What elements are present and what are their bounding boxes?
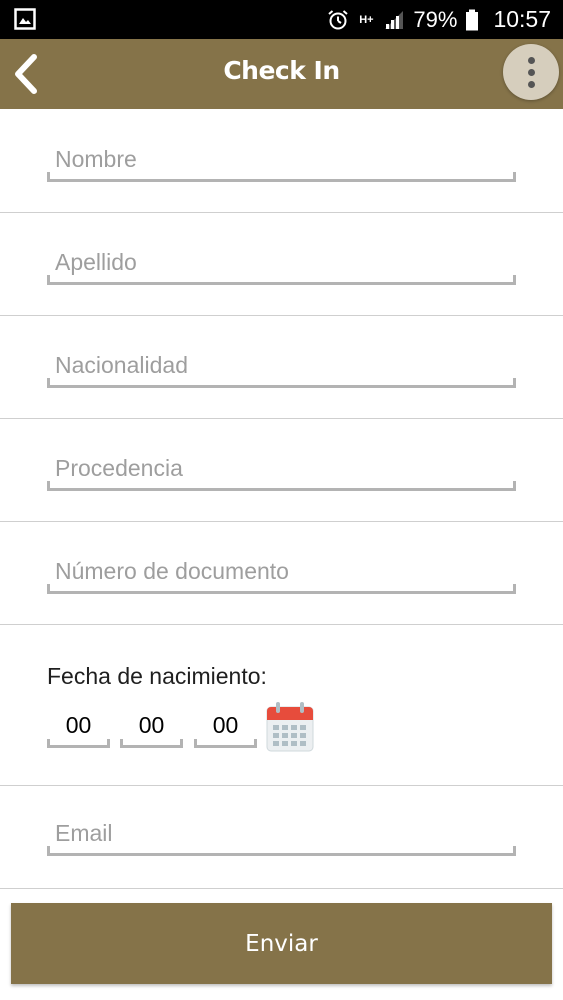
birth-month-field[interactable]: 00	[120, 708, 183, 748]
form-row-email	[0, 786, 563, 889]
birth-day-value: 00	[65, 712, 92, 738]
form-row-apellido	[0, 213, 563, 316]
nombre-input[interactable]	[47, 142, 516, 176]
nacionalidad-field[interactable]	[47, 348, 516, 388]
birth-year-field[interactable]: 00	[194, 708, 257, 748]
apellido-input[interactable]	[47, 245, 516, 279]
field-underline	[47, 378, 516, 388]
form-row-nacionalidad	[0, 316, 563, 419]
network-type: H+	[359, 13, 374, 26]
more-options-button[interactable]	[503, 44, 559, 100]
field-underline	[47, 275, 516, 285]
field-underline	[47, 846, 516, 856]
form-row-procedencia	[0, 419, 563, 522]
signal-icon	[385, 10, 404, 29]
documento-field[interactable]	[47, 554, 516, 594]
field-underline	[47, 481, 516, 491]
status-bar: H+ 79% 10:57	[0, 0, 563, 39]
birth-month-value: 00	[138, 712, 165, 738]
nacionalidad-input[interactable]	[47, 348, 516, 382]
form-row-nombre	[0, 109, 563, 213]
form-row-documento	[0, 522, 563, 625]
field-underline	[47, 739, 110, 748]
app-bar: Check In	[0, 39, 563, 109]
birth-day-field[interactable]: 00	[47, 708, 110, 748]
birth-year-value: 00	[212, 712, 239, 738]
field-underline	[120, 739, 183, 748]
status-icons: H+ 79% 10:57	[327, 0, 551, 39]
procedencia-input[interactable]	[47, 451, 516, 485]
image-icon	[14, 8, 36, 30]
more-vert-icon-dot	[527, 80, 535, 88]
procedencia-field[interactable]	[47, 451, 516, 491]
documento-input[interactable]	[47, 554, 516, 588]
battery-icon	[466, 9, 479, 30]
email-field[interactable]	[47, 816, 516, 856]
field-underline	[47, 584, 516, 594]
apellido-field[interactable]	[47, 245, 516, 285]
field-underline	[194, 739, 257, 748]
battery-percent: 79%	[413, 6, 458, 32]
more-vert-icon	[527, 56, 535, 64]
more-vert-icon-dot	[527, 68, 535, 76]
email-input[interactable]	[47, 816, 516, 850]
page-title: Check In	[223, 55, 340, 85]
submit-button[interactable]: Enviar	[11, 903, 552, 984]
alarm-icon	[328, 9, 349, 29]
calendar-icon[interactable]	[266, 701, 314, 752]
clock: 10:57	[493, 6, 551, 32]
nombre-field[interactable]	[47, 142, 516, 182]
birth-date-label: Fecha de nacimiento:	[47, 663, 267, 689]
field-underline	[47, 172, 516, 182]
